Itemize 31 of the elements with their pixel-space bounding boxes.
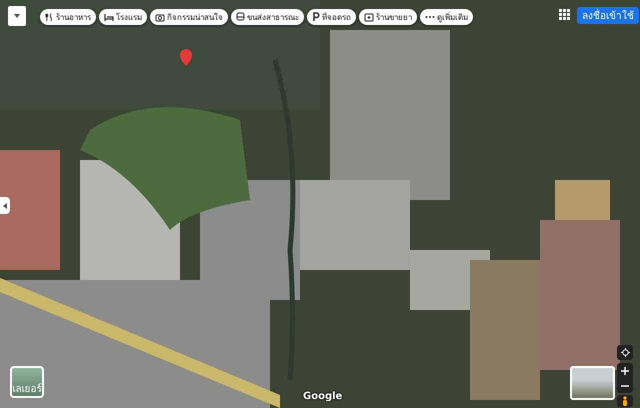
category-chip[interactable]: ร้านขายยา — [359, 9, 417, 25]
plus-icon — [621, 366, 629, 374]
layers-button[interactable]: เลเยอร์ — [10, 366, 44, 398]
zoom-in-button[interactable] — [617, 363, 633, 378]
zoom-out-button[interactable] — [617, 378, 633, 393]
person-icon — [622, 396, 628, 406]
sign-in-button[interactable]: ลงชื่อเข้าใช้ — [577, 7, 639, 24]
category-chip[interactable]: ขนส่งสาธารณะ — [231, 9, 304, 25]
minus-icon — [621, 384, 629, 386]
category-chip[interactable]: กิจกรรมน่าสนใจ — [150, 9, 228, 25]
more-icon — [425, 15, 435, 19]
camera-icon — [155, 12, 165, 22]
apps-grid-icon[interactable] — [559, 9, 570, 20]
pegman-button[interactable] — [617, 395, 633, 407]
street-view-thumbnail[interactable] — [570, 366, 615, 400]
category-chip[interactable]: ร้านอาหาร — [40, 9, 96, 25]
location-target-icon — [620, 348, 630, 357]
caret-icon — [14, 14, 20, 18]
fork-knife-icon — [45, 12, 54, 22]
pharmacy-icon — [364, 12, 374, 22]
bed-icon — [104, 12, 114, 22]
category-chip[interactable]: ดูเพิ่มเติม — [420, 9, 473, 25]
collapse-panel-button[interactable] — [0, 197, 10, 214]
parking-icon — [312, 12, 320, 22]
search-box[interactable] — [8, 6, 26, 26]
my-location-button[interactable] — [617, 345, 633, 360]
bus-icon — [236, 12, 245, 22]
caret-icon — [3, 202, 7, 208]
category-chip[interactable]: โรงแรม — [99, 9, 147, 25]
map-logo: Google — [303, 391, 342, 402]
category-chip[interactable]: ที่จอดรถ — [307, 9, 356, 25]
